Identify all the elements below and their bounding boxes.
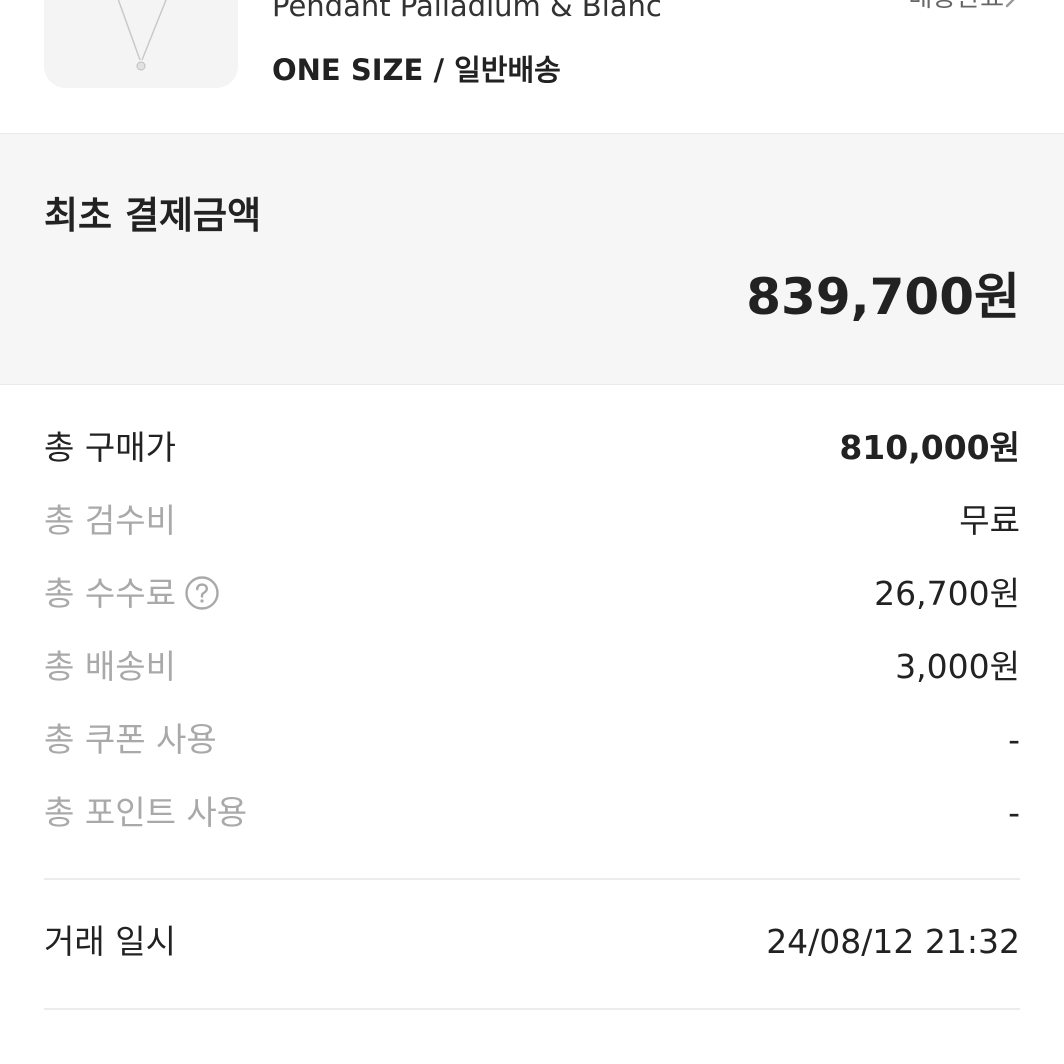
section-divider [44,878,1020,880]
payment-title: 최초 결제금액 [44,194,262,237]
breakdown-label: 총 구매가 [44,428,176,467]
breakdown-label: 총 검수비 [44,501,176,540]
breakdown-row-purchase-price: 총 구매가 810,000원 [44,412,1020,485]
breakdown-value: 3,000원 [895,647,1020,686]
order-detail-page: Pendant Palladium & Blanc ONE SIZE / 일반배… [0,0,1064,1064]
breakdown-label: 총 배송비 [44,647,176,686]
payment-amount: 839,700원 [746,268,1020,326]
necklace-image [44,0,238,88]
breakdown-row-service-fee: 총 수수료 26,700원 [44,558,1020,631]
breakdown-value: 무료 [959,501,1020,540]
trade-datetime-label: 거래 일시 [44,922,176,961]
chevron-right-icon[interactable] [1004,0,1020,8]
breakdown-value: - [1008,793,1020,832]
initial-payment-panel: 최초 결제금액 839,700원 [0,133,1064,385]
trade-datetime-row: 거래 일시 24/08/12 21:32 [44,920,1020,968]
breakdown-label: 총 수수료 [44,574,176,613]
delivery-status-link[interactable]: 배송완료 [908,0,1004,14]
breakdown-label: 총 쿠폰 사용 [44,720,217,759]
breakdown-value: 810,000원 [839,428,1020,467]
product-thumbnail [44,0,238,88]
breakdown-row-inspection-fee: 총 검수비 무료 [44,485,1020,558]
trade-datetime-value: 24/08/12 21:32 [766,922,1020,961]
product-option: ONE SIZE / 일반배송 [272,53,561,87]
breakdown-value: 26,700원 [874,574,1020,613]
breakdown-label: 총 포인트 사용 [44,793,248,832]
breakdown-row-shipping-fee: 총 배송비 3,000원 [44,631,1020,704]
price-breakdown: 총 구매가 810,000원 총 검수비 무료 총 수수료 26,700원 총 … [44,412,1020,850]
breakdown-label-with-help: 총 수수료 [44,572,220,616]
breakdown-value: - [1008,720,1020,759]
section-divider [44,1008,1020,1010]
breakdown-row-points: 총 포인트 사용 - [44,777,1020,850]
breakdown-row-coupon: 총 쿠폰 사용 - [44,704,1020,777]
product-name: Pendant Palladium & Blanc [272,0,662,23]
question-circle-icon[interactable] [184,575,220,611]
product-summary[interactable]: Pendant Palladium & Blanc ONE SIZE / 일반배… [0,0,1064,132]
